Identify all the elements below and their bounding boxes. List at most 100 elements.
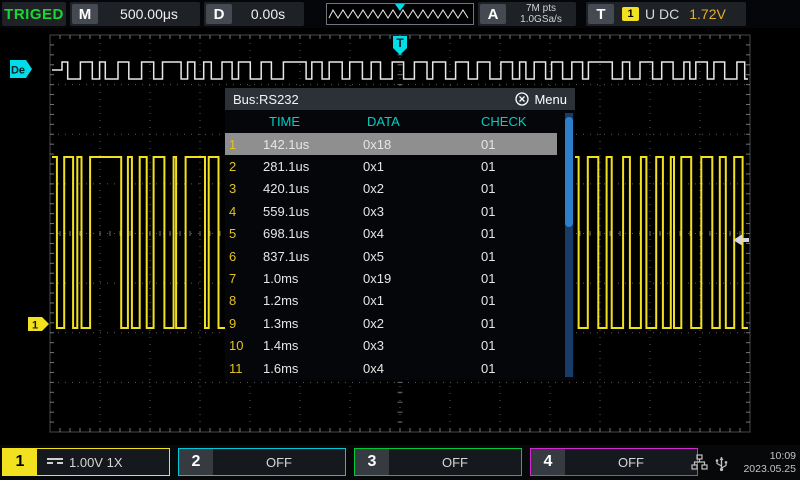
row-data: 0x2	[363, 316, 481, 331]
usb-icon	[715, 454, 728, 472]
bus-table-row[interactable]: 6837.1us0x501	[225, 245, 575, 267]
clock-time: 10:09	[743, 450, 796, 463]
ch1-position-marker-label: 1	[32, 320, 38, 332]
popup-scrollbar-thumb[interactable]	[565, 117, 573, 227]
system-status-icons	[691, 445, 728, 480]
bus-table-row[interactable]: 2281.1us0x101	[225, 155, 575, 177]
clock-date: 2023.05.25	[743, 463, 796, 476]
trigger-segment[interactable]: T 1 U DC 1.72V	[586, 2, 746, 26]
row-data: 0x18	[363, 137, 481, 152]
row-num: 5	[229, 226, 263, 241]
channel-3-badge: 3	[355, 449, 389, 475]
row-check: 01	[481, 293, 551, 308]
clock: 10:09 2023.05.25	[743, 450, 796, 476]
bus-table-body: 1142.1us0x18012281.1us0x1013420.1us0x201…	[225, 133, 575, 379]
bus-table-row[interactable]: 101.4ms0x301	[225, 335, 575, 357]
bus-table-row[interactable]: 1142.1us0x1801	[225, 133, 557, 155]
delay-label: D	[206, 4, 232, 24]
acquisition-segment[interactable]: A 7M pts 1.0GSa/s	[478, 2, 576, 26]
acquisition-rate: 1.0GSa/s	[506, 14, 576, 25]
row-check: 01	[481, 249, 551, 264]
row-data: 0x3	[363, 204, 481, 219]
bus-table-row[interactable]: 81.2ms0x101	[225, 290, 575, 312]
channel-2-box[interactable]: 2OFF	[178, 448, 346, 476]
row-time: 1.2ms	[263, 293, 363, 308]
row-num: 4	[229, 204, 263, 219]
row-data: 0x3	[363, 338, 481, 353]
row-time: 1.4ms	[263, 338, 363, 353]
row-time: 1.3ms	[263, 316, 363, 331]
row-data: 0x5	[363, 249, 481, 264]
row-check: 01	[481, 226, 551, 241]
row-num: 1	[229, 137, 263, 152]
row-check: 01	[481, 181, 551, 196]
channel-2-status: OFF	[213, 455, 345, 470]
menu-button[interactable]: Menu	[515, 92, 567, 107]
row-data: 0x2	[363, 181, 481, 196]
bus-table-row[interactable]: 4559.1us0x301	[225, 200, 575, 222]
row-num: 2	[229, 159, 263, 174]
row-check: 01	[481, 137, 551, 152]
trigger-source-badge: 1	[622, 7, 639, 21]
trigger-status: TRIGED	[2, 2, 66, 26]
acquisition-info: 7M pts 1.0GSa/s	[506, 3, 576, 25]
row-num: 8	[229, 293, 263, 308]
timebase-segment[interactable]: M 500.00μs	[70, 2, 200, 26]
menu-button-label: Menu	[534, 92, 567, 107]
row-data: 0x4	[363, 361, 481, 376]
row-num: 6	[229, 249, 263, 264]
bus-table-header: TIME DATA CHECK	[225, 110, 575, 133]
record-preview	[326, 3, 474, 25]
bus-table-row[interactable]: 111.6ms0x401	[225, 357, 575, 379]
channel-1-box[interactable]: 11.00V 1X	[2, 448, 170, 476]
row-time: 142.1us	[263, 137, 363, 152]
row-time: 559.1us	[263, 204, 363, 219]
row-time: 1.0ms	[263, 271, 363, 286]
acquisition-points: 7M pts	[506, 3, 576, 14]
top-status-bar: TRIGED M 500.00μs D 0.00s A 7M pts 1.0GS…	[0, 0, 800, 28]
row-num: 11	[229, 361, 263, 376]
column-check: CHECK	[481, 114, 551, 129]
trigger-flag-label: T	[396, 36, 404, 50]
column-time: TIME	[263, 114, 363, 129]
channel-4-status: OFF	[565, 455, 697, 470]
decode-bus-tag-label: De	[11, 65, 25, 77]
popup-scrollbar[interactable]	[565, 113, 573, 377]
channel-3-status: OFF	[389, 455, 521, 470]
delay-value: 0.00s	[232, 6, 304, 22]
row-time: 281.1us	[263, 159, 363, 174]
row-check: 01	[481, 338, 551, 353]
bus-table-row[interactable]: 71.0ms0x1901	[225, 267, 575, 289]
row-time: 420.1us	[263, 181, 363, 196]
timebase-value: 500.00μs	[98, 6, 200, 22]
row-check: 01	[481, 159, 551, 174]
trigger-level-value: 1.72V	[689, 6, 726, 22]
row-time: 698.1us	[263, 226, 363, 241]
column-data: DATA	[363, 114, 481, 129]
channel-1-badge: 1	[3, 449, 37, 475]
row-check: 01	[481, 316, 551, 331]
dc-coupling-icon	[47, 458, 63, 467]
bus-table-row[interactable]: 91.3ms0x201	[225, 312, 575, 334]
channel-4-box[interactable]: 4OFF	[530, 448, 698, 476]
bottom-channel-bar: 11.00V 1X2OFF3OFF4OFF 10:09 2023.05.25	[0, 445, 800, 480]
popup-title: Bus:RS232	[233, 92, 299, 107]
preview-trigger-marker	[395, 4, 405, 11]
bus-table-row[interactable]: 3420.1us0x201	[225, 178, 575, 200]
row-data: 0x1	[363, 159, 481, 174]
channel-3-box[interactable]: 3OFF	[354, 448, 522, 476]
row-data: 0x4	[363, 226, 481, 241]
channel-2-badge: 2	[179, 449, 213, 475]
close-circle-icon	[515, 92, 529, 106]
delay-segment[interactable]: D 0.00s	[204, 2, 304, 26]
bus-decode-popup: Bus:RS232 Menu TIME DATA CHECK 1142.1us0…	[225, 88, 575, 380]
lan-icon	[691, 454, 708, 471]
row-num: 3	[229, 181, 263, 196]
row-data: 0x1	[363, 293, 481, 308]
popup-title-bar: Bus:RS232 Menu	[225, 88, 575, 110]
timebase-label: M	[72, 4, 98, 24]
row-num: 9	[229, 316, 263, 331]
channel-1-status: 1.00V 1X	[37, 455, 169, 470]
row-data: 0x19	[363, 271, 481, 286]
bus-table-row[interactable]: 5698.1us0x401	[225, 223, 575, 245]
